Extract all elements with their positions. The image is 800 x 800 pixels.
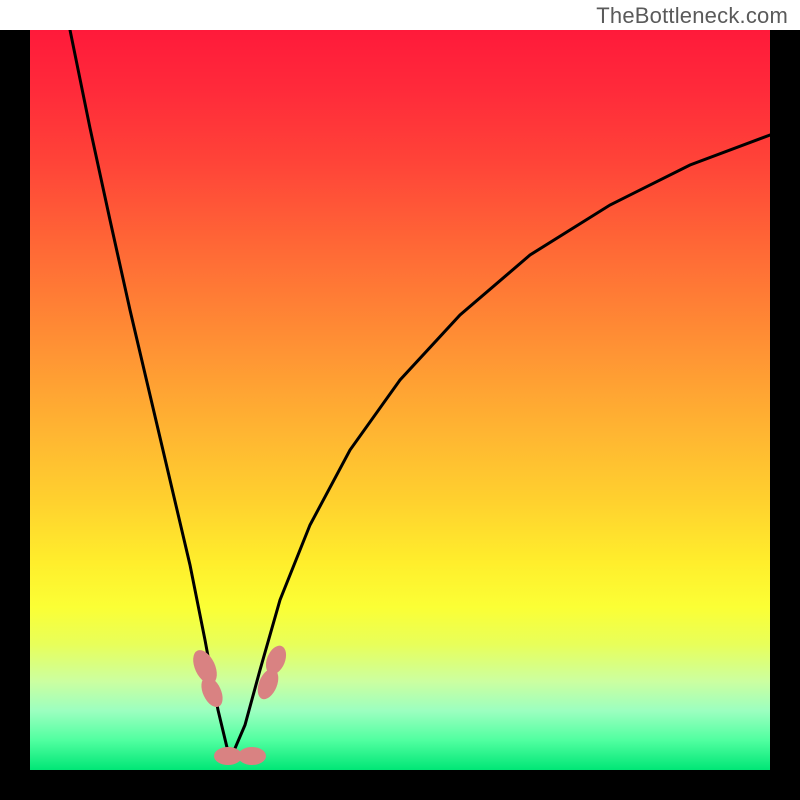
bottom-blob-right <box>238 747 266 765</box>
plot-area <box>30 30 770 770</box>
bottom-border <box>0 770 800 800</box>
bottom-blob-left <box>214 747 242 765</box>
chart-svg <box>30 30 770 770</box>
left-border <box>0 30 30 800</box>
right-border <box>770 30 800 800</box>
curve-markers <box>188 643 290 765</box>
watermark-text: TheBottleneck.com <box>596 3 788 29</box>
bottleneck-curve <box>70 30 770 760</box>
top-bar: TheBottleneck.com <box>0 0 800 30</box>
outer-frame: TheBottleneck.com <box>0 0 800 800</box>
